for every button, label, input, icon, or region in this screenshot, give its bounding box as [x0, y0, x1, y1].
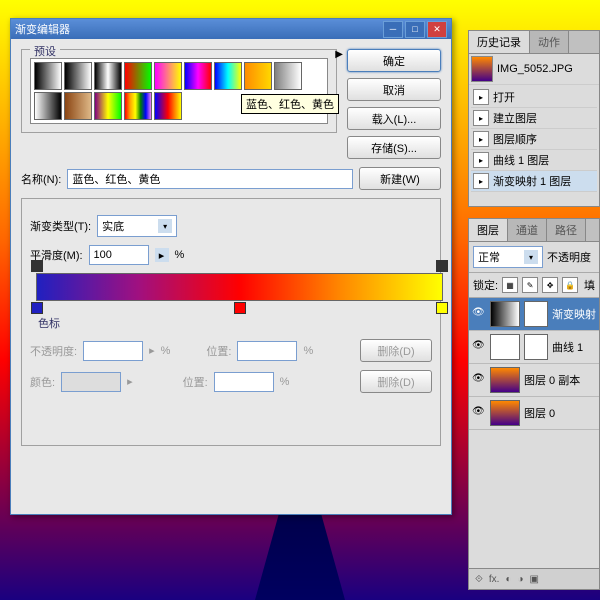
- name-label: 名称(N):: [21, 171, 61, 187]
- step-icon: ▸: [473, 131, 489, 147]
- cancel-button[interactable]: 取消: [347, 78, 441, 101]
- chevron-right-icon[interactable]: ▸: [155, 248, 169, 262]
- delete-button: 删除(D): [360, 339, 432, 362]
- layers-footer: ⟐ fx. ◐ ◑ ▣: [469, 568, 599, 589]
- save-button[interactable]: 存储(S)...: [347, 136, 441, 159]
- preset-swatch[interactable]: [64, 62, 92, 90]
- type-select[interactable]: 实底 ▾: [97, 215, 177, 237]
- layer-opacity-label: 不透明度: [547, 249, 591, 265]
- visibility-icon[interactable]: 👁: [472, 373, 486, 387]
- blend-mode-select[interactable]: 正常▾: [473, 246, 543, 268]
- preset-swatch[interactable]: [184, 62, 212, 90]
- preset-swatch[interactable]: [274, 62, 302, 90]
- adjustment-icon[interactable]: ◑: [518, 574, 524, 585]
- minimize-button[interactable]: ─: [383, 21, 403, 38]
- layer-item[interactable]: 👁曲线 1: [469, 331, 599, 364]
- position-input: [237, 341, 297, 361]
- preset-swatch[interactable]: [214, 62, 242, 90]
- history-item[interactable]: ▸图层顺序: [471, 129, 597, 150]
- color-swatch: [61, 372, 121, 392]
- visibility-icon[interactable]: 👁: [472, 406, 486, 420]
- preset-grid: ▶ 蓝色、红色、黄色: [30, 58, 328, 124]
- layer-thumb: [490, 367, 520, 393]
- color-label: 颜色:: [30, 374, 55, 390]
- layer-thumb: [490, 334, 520, 360]
- preset-swatch[interactable]: [154, 92, 182, 120]
- visibility-icon[interactable]: 👁: [472, 307, 486, 321]
- lock-label: 锁定:: [473, 277, 498, 293]
- layers-panel: 图层 通道 路径 正常▾ 不透明度 锁定: ▦ ✎ ✥ 🔒 填 👁渐变映射👁曲线…: [468, 218, 600, 590]
- preset-swatch[interactable]: [124, 62, 152, 90]
- color-stop[interactable]: [31, 302, 43, 314]
- history-item[interactable]: ▸渐变映射 1 图层: [471, 171, 597, 192]
- presets-label: 预设: [30, 43, 60, 59]
- lock-paint-icon[interactable]: ✎: [522, 277, 538, 293]
- position-input: [214, 372, 274, 392]
- preset-swatch[interactable]: [94, 92, 122, 120]
- tab-paths[interactable]: 路径: [547, 219, 586, 241]
- history-item[interactable]: ▸曲线 1 图层: [471, 150, 597, 171]
- color-stop[interactable]: [234, 302, 246, 314]
- ok-button[interactable]: 确定: [347, 49, 441, 72]
- preset-swatch[interactable]: [34, 62, 62, 90]
- preset-menu-icon[interactable]: ▶: [335, 49, 343, 60]
- maximize-button[interactable]: □: [405, 21, 425, 38]
- visibility-icon[interactable]: 👁: [472, 340, 486, 354]
- lock-transparent-icon[interactable]: ▦: [502, 277, 518, 293]
- layer-thumb: [490, 400, 520, 426]
- preset-swatch[interactable]: [244, 62, 272, 90]
- step-icon: ▸: [473, 110, 489, 126]
- new-button[interactable]: 新建(W): [359, 167, 441, 190]
- close-button[interactable]: ✕: [427, 21, 447, 38]
- preset-tooltip: 蓝色、红色、黄色: [241, 94, 339, 114]
- layer-mask: [524, 334, 548, 360]
- smooth-input[interactable]: [89, 245, 149, 265]
- delete-button: 删除(D): [360, 370, 432, 393]
- layer-item[interactable]: 👁渐变映射: [469, 298, 599, 331]
- stops-label: 色标: [38, 315, 432, 331]
- gradient-bar[interactable]: [36, 273, 443, 301]
- layer-item[interactable]: 👁图层 0: [469, 397, 599, 430]
- titlebar[interactable]: 渐变编辑器 ─ □ ✕: [11, 19, 451, 39]
- position-label: 位置:: [206, 343, 231, 359]
- tab-channels[interactable]: 通道: [508, 219, 547, 241]
- tab-actions[interactable]: 动作: [530, 31, 569, 53]
- opacity-stop[interactable]: [31, 260, 43, 272]
- type-label: 渐变类型(T):: [30, 218, 91, 234]
- opacity-stop[interactable]: [436, 260, 448, 272]
- dialog-title: 渐变编辑器: [15, 21, 381, 37]
- step-icon: ▸: [473, 89, 489, 105]
- history-source[interactable]: IMG_5052.JPG: [469, 54, 599, 85]
- tab-layers[interactable]: 图层: [469, 219, 508, 241]
- file-thumb-icon: [471, 56, 493, 82]
- preset-swatch[interactable]: [94, 62, 122, 90]
- link-icon[interactable]: ⟐: [475, 574, 483, 585]
- opacity-label: 不透明度:: [30, 343, 77, 359]
- mask-icon[interactable]: ◐: [505, 574, 511, 585]
- folder-icon[interactable]: ▣: [530, 574, 539, 585]
- layer-item[interactable]: 👁图层 0 副本: [469, 364, 599, 397]
- preset-swatch[interactable]: [34, 92, 62, 120]
- lock-move-icon[interactable]: ✥: [542, 277, 558, 293]
- layer-thumb: [490, 301, 520, 327]
- layer-mask: [524, 301, 548, 327]
- history-panel: 历史记录 动作 IMG_5052.JPG ▸打开▸建立图层▸图层顺序▸曲线 1 …: [468, 30, 600, 207]
- opacity-input: [83, 341, 143, 361]
- gradient-editor-dialog: 渐变编辑器 ─ □ ✕ 预设 ▶: [10, 18, 452, 515]
- history-item[interactable]: ▸建立图层: [471, 108, 597, 129]
- load-button[interactable]: 载入(L)...: [347, 107, 441, 130]
- name-input[interactable]: [67, 169, 353, 189]
- fill-label: 填: [584, 277, 595, 293]
- fx-icon[interactable]: fx.: [489, 574, 500, 585]
- step-icon: ▸: [473, 173, 489, 189]
- lock-all-icon[interactable]: 🔒: [562, 277, 578, 293]
- preset-swatch[interactable]: [124, 92, 152, 120]
- tab-history[interactable]: 历史记录: [469, 31, 530, 53]
- preset-swatch[interactable]: [64, 92, 92, 120]
- history-item[interactable]: ▸打开: [471, 87, 597, 108]
- preset-swatch[interactable]: [154, 62, 182, 90]
- color-stop[interactable]: [436, 302, 448, 314]
- chevron-down-icon: ▾: [158, 219, 172, 233]
- step-icon: ▸: [473, 152, 489, 168]
